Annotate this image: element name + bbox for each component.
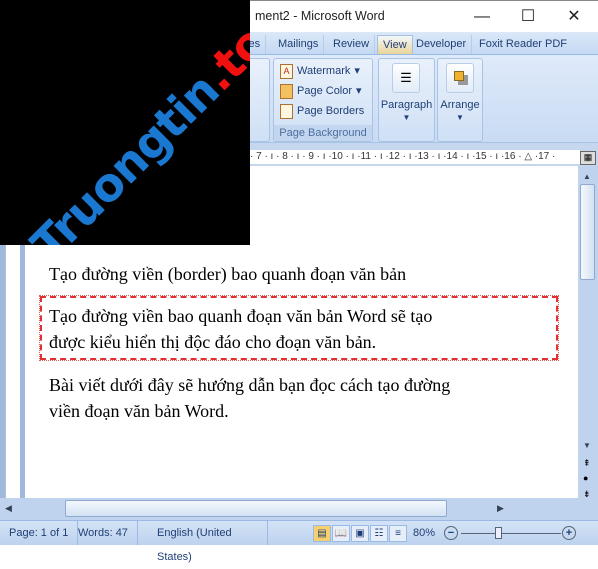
group-page-background: A Watermark ▾ Page Color ▾ Page Borders P… <box>273 58 373 142</box>
zoom-level[interactable]: 80% <box>413 521 435 545</box>
window-title: ment2 - Microsoft Word <box>255 9 385 23</box>
page-count[interactable]: Page: 1 of 1 <box>0 521 79 545</box>
select-browse-object-icon[interactable]: ● <box>583 473 588 483</box>
minimize-button[interactable]: — <box>462 5 502 29</box>
bordered-paragraph-line[interactable]: Tạo đường viền bao quanh đoạn văn bản Wo… <box>49 303 432 329</box>
page-color-icon <box>280 83 293 99</box>
watermark-label: Watermark <box>297 65 351 77</box>
maximize-button[interactable]: ☐ <box>508 5 548 29</box>
full-screen-reading-icon[interactable]: 📖 <box>332 525 350 542</box>
view-ruler-toggle-icon[interactable]: ▦ <box>580 151 596 165</box>
bordered-paragraph-line[interactable]: được kiểu hiển thị độc đáo cho đoạn văn … <box>49 329 376 355</box>
scroll-right-icon[interactable]: ▶ <box>497 503 504 514</box>
zoom-slider[interactable] <box>461 533 561 534</box>
horizontal-scroll-thumb[interactable] <box>65 500 447 517</box>
zoom-out-icon[interactable]: − <box>444 526 458 540</box>
paragraph-label: Paragraph <box>380 99 433 111</box>
outline-icon[interactable]: ☷ <box>370 525 388 542</box>
tab-foxit-reader-pdf[interactable]: Foxit Reader PDF <box>474 35 572 54</box>
web-layout-icon[interactable]: ▣ <box>351 525 369 542</box>
close-button[interactable]: ✕ <box>554 5 594 29</box>
arrange-button[interactable]: Arrange ▼ <box>437 58 483 142</box>
zoom-in-icon[interactable]: + <box>562 526 576 540</box>
language-indicator[interactable]: English (United States) <box>148 521 268 563</box>
arrange-label: Arrange <box>440 99 480 111</box>
page-color-label: Page Color <box>297 85 353 97</box>
paragraph-button[interactable]: ☰ Paragraph ▼ <box>378 58 435 142</box>
watermark-logo: Truongtin.top <box>0 0 250 245</box>
page-borders-label: Page Borders <box>297 105 365 117</box>
body-paragraph-line[interactable]: viền đoạn văn bản Word. <box>49 398 229 424</box>
zoom-slider-thumb[interactable] <box>495 527 502 539</box>
status-bar: Page: 1 of 1 Words: 47 English (United S… <box>0 520 598 563</box>
vertical-scroll-thumb[interactable] <box>580 184 595 280</box>
print-layout-icon[interactable]: ▤ <box>313 525 331 542</box>
heading-paragraph[interactable]: Tạo đường viền (border) bao quanh đoạn v… <box>49 261 406 287</box>
logo-text: Truongtin.top <box>20 0 250 245</box>
previous-page-icon[interactable]: ⇞ <box>583 458 591 469</box>
scroll-up-icon[interactable]: ▲ <box>583 172 591 181</box>
next-page-icon[interactable]: ⇟ <box>583 489 591 500</box>
group-label: Page Background <box>274 125 372 141</box>
tab-mailings[interactable]: Mailings <box>273 35 325 54</box>
body-paragraph-line[interactable]: Bài viết dưới đây sẽ hướng dẫn bạn đọc c… <box>49 372 450 398</box>
scroll-left-icon[interactable]: ◀ <box>5 503 12 514</box>
watermark-icon: A <box>280 63 293 79</box>
page-color-button[interactable]: Page Color ▾ <box>280 81 372 101</box>
paragraph-icon: ☰ <box>392 63 420 93</box>
page-borders-icon <box>280 103 293 119</box>
word-count[interactable]: Words: 47 <box>69 521 138 545</box>
draft-icon[interactable]: ≡ <box>389 525 407 542</box>
arrange-icon <box>446 63 474 93</box>
scroll-down-icon[interactable]: ▼ <box>583 441 591 450</box>
horizontal-ruler[interactable]: · 7 · ı · 8 · ı · 9 · ı ·10 · ı ·11 · ı … <box>250 150 580 164</box>
tab-view[interactable]: View <box>377 35 413 54</box>
page-borders-button[interactable]: Page Borders <box>280 101 372 121</box>
watermark-button[interactable]: A Watermark ▾ <box>280 61 372 81</box>
tab-developer[interactable]: Developer <box>411 35 473 54</box>
tab-review[interactable]: Review <box>328 35 376 54</box>
